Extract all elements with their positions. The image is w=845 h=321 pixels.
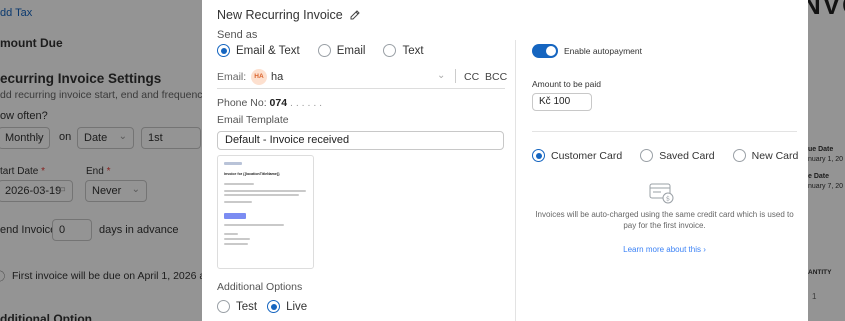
section-divider	[532, 131, 797, 132]
preview-line	[224, 238, 250, 240]
email-value: ha	[271, 71, 284, 83]
phone-label: Phone No:	[217, 97, 267, 109]
preview-button	[224, 213, 246, 219]
preview-line	[224, 224, 284, 226]
modal-title: New Recurring Invoice	[217, 8, 361, 22]
avatar: HA	[251, 69, 267, 85]
amount-label: Amount to be paid	[532, 79, 601, 89]
email-template-select[interactable]: Default - Invoice received	[217, 131, 504, 150]
edit-pencil-icon[interactable]	[349, 9, 361, 21]
radio-selected-icon[interactable]	[532, 149, 545, 162]
preview-logo	[224, 162, 242, 165]
radio-icon[interactable]	[383, 44, 397, 57]
saved-card-option[interactable]: Saved Card	[640, 149, 715, 162]
additional-options-label: Additional Options	[217, 281, 303, 293]
preview-line	[224, 233, 238, 235]
preview-line	[224, 243, 248, 245]
credit-card-icon: $	[649, 183, 674, 204]
divider	[455, 69, 456, 83]
preview-title: Invoice for {{locationTitleName}}	[224, 172, 280, 176]
mode-radio-group: Test Live	[217, 300, 325, 313]
mode-test-option[interactable]: Test	[217, 300, 257, 313]
email-template-label: Email Template	[217, 114, 289, 126]
bcc-button[interactable]: BCC	[485, 71, 507, 83]
mode-live-option[interactable]: Live	[267, 300, 307, 313]
send-as-email-option[interactable]: Email	[317, 44, 365, 57]
customer-card-option[interactable]: Customer Card	[532, 149, 622, 162]
phone-value: 074	[269, 97, 288, 109]
phone-field: Phone No: 074 . . . . . .	[217, 97, 323, 109]
preview-line	[224, 190, 306, 192]
preview-line	[224, 201, 252, 203]
svg-text:$: $	[666, 195, 670, 203]
new-recurring-invoice-modal: New Recurring Invoice Send as Email & Te…	[202, 0, 808, 321]
send-as-email-text-option[interactable]: Email & Text	[217, 44, 300, 57]
radio-selected-icon[interactable]	[217, 44, 230, 57]
send-as-label: Send as	[217, 29, 258, 41]
email-template-preview: Invoice for {{locationTitleName}}	[217, 155, 314, 269]
column-divider	[515, 40, 516, 321]
chevron-down-icon[interactable]: ⌄	[437, 70, 445, 81]
email-label: Email:	[217, 71, 247, 83]
preview-line	[224, 183, 254, 185]
radio-selected-icon[interactable]	[267, 300, 281, 313]
email-recipient-field[interactable]: Email: HA ha ⌄ CC BCC	[217, 67, 507, 89]
send-as-radio-group: Email & Text Email Text	[217, 44, 442, 57]
card-radio-group: Customer Card Saved Card New Card	[532, 149, 816, 162]
autocharge-info-text: Invoices will be auto-charged using the …	[535, 210, 794, 230]
cc-button[interactable]: CC	[464, 71, 479, 83]
radio-icon[interactable]	[317, 44, 331, 57]
send-as-text-option[interactable]: Text	[383, 44, 424, 57]
radio-icon[interactable]	[732, 149, 746, 162]
learn-more-link[interactable]: Learn more about this ›	[532, 245, 797, 254]
radio-icon[interactable]	[640, 149, 654, 162]
amount-input[interactable]: Kč 100	[532, 93, 592, 111]
new-card-option[interactable]: New Card	[732, 149, 798, 162]
autopay-toggle[interactable]	[532, 44, 558, 58]
autopay-label: Enable autopayment	[564, 46, 642, 56]
radio-icon[interactable]	[217, 300, 230, 313]
preview-line	[224, 194, 299, 196]
